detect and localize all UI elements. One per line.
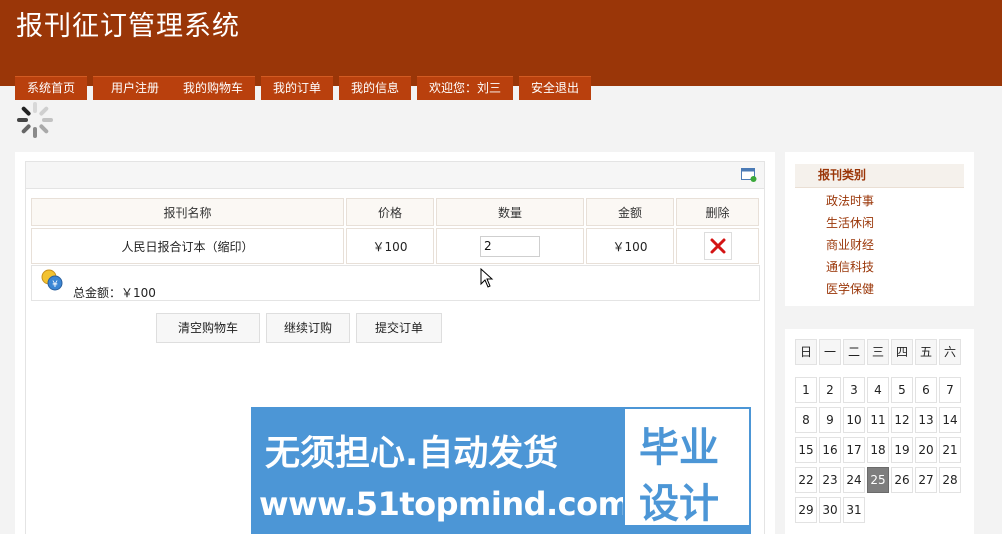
site-header: 报刊征订管理系统 系统首页 用户注册 我的购物车 我的订单 我的信息 欢迎您：刘… bbox=[0, 0, 1002, 100]
new-window-icon[interactable] bbox=[741, 168, 757, 182]
cart-item-name: 人民日报合订本（缩印） bbox=[31, 228, 344, 264]
nav-home[interactable]: 系统首页 bbox=[15, 76, 87, 100]
nav-cart[interactable]: 我的购物车 bbox=[171, 76, 255, 100]
banner-headline: 无须担心.自动发货 bbox=[265, 434, 559, 474]
calendar-day[interactable]: 15 bbox=[795, 437, 817, 463]
cart-item-delete-cell bbox=[676, 228, 759, 264]
calendar-day[interactable]: 3 bbox=[843, 377, 865, 403]
calendar-day[interactable]: 30 bbox=[819, 497, 841, 523]
calendar-day[interactable]: 6 bbox=[915, 377, 937, 403]
delete-x-icon bbox=[710, 238, 725, 254]
banner-badge-line1: 毕业 bbox=[639, 425, 719, 471]
banner-badge-line2: 设计 bbox=[639, 481, 719, 527]
category-title: 报刊类别 bbox=[795, 164, 964, 188]
banner-url: www.51topmind.com bbox=[259, 485, 631, 523]
col-header-quantity: 数量 bbox=[436, 198, 584, 226]
calendar-day[interactable]: 5 bbox=[891, 377, 913, 403]
calendar-day[interactable]: 23 bbox=[819, 467, 841, 493]
calendar-weekday: 三 bbox=[867, 339, 889, 365]
category-item-business[interactable]: 商业财经 bbox=[826, 236, 874, 253]
site-title: 报刊征订管理系统 bbox=[16, 11, 240, 42]
calendar-day[interactable]: 28 bbox=[939, 467, 961, 493]
quantity-input[interactable] bbox=[480, 235, 540, 257]
category-item-tech[interactable]: 通信科技 bbox=[826, 258, 874, 275]
calendar-day[interactable]: 29 bbox=[795, 497, 817, 523]
submit-order-button[interactable]: 提交订单 bbox=[356, 313, 442, 343]
calendar-day[interactable]: 12 bbox=[891, 407, 913, 433]
coins-icon: ¥ bbox=[41, 269, 63, 291]
nav-my-info[interactable]: 我的信息 bbox=[339, 76, 411, 100]
col-header-amount: 金额 bbox=[586, 198, 674, 226]
loading-spinner-icon bbox=[17, 102, 53, 138]
calendar-day[interactable]: 27 bbox=[915, 467, 937, 493]
cart-toolbar bbox=[26, 162, 764, 189]
calendar-day[interactable]: 31 bbox=[843, 497, 865, 523]
calendar-weekday: 四 bbox=[891, 339, 913, 365]
col-header-name: 报刊名称 bbox=[31, 198, 344, 226]
calendar-day[interactable]: 16 bbox=[819, 437, 841, 463]
calendar-day[interactable]: 21 bbox=[939, 437, 961, 463]
calendar-day[interactable]: 1 bbox=[795, 377, 817, 403]
delete-item-button[interactable] bbox=[703, 232, 732, 260]
cart-item-amount: ￥100 bbox=[586, 228, 674, 264]
mouse-cursor-icon bbox=[480, 268, 494, 288]
cart-total: 总金额：￥100 bbox=[73, 286, 156, 300]
calendar-day[interactable]: 9 bbox=[819, 407, 841, 433]
calendar-weekday: 二 bbox=[843, 339, 865, 365]
calendar-day[interactable]: 20 bbox=[915, 437, 937, 463]
cart-item-quantity-cell bbox=[436, 228, 584, 264]
calendar-day[interactable]: 18 bbox=[867, 437, 889, 463]
nav-logout[interactable]: 安全退出 bbox=[519, 76, 591, 100]
continue-ordering-button[interactable]: 继续订购 bbox=[266, 313, 350, 343]
calendar-day[interactable]: 11 bbox=[867, 407, 889, 433]
cart-total-box: ¥ 总金额：￥100 bbox=[31, 265, 760, 301]
calendar-weekday: 五 bbox=[915, 339, 937, 365]
col-header-delete: 删除 bbox=[676, 198, 759, 226]
category-item-lifestyle[interactable]: 生活休闲 bbox=[826, 214, 874, 231]
calendar-day[interactable]: 24 bbox=[843, 467, 865, 493]
svg-text:¥: ¥ bbox=[52, 280, 58, 290]
calendar-day-today[interactable]: 25 bbox=[867, 467, 889, 493]
calendar-day[interactable]: 7 bbox=[939, 377, 961, 403]
calendar-day[interactable]: 17 bbox=[843, 437, 865, 463]
calendar-day[interactable]: 10 bbox=[843, 407, 865, 433]
calendar-weekday: 日 bbox=[795, 339, 817, 365]
calendar-day[interactable]: 2 bbox=[819, 377, 841, 403]
calendar-panel: 日一二三四五六 1 2 3 4 5 6 7 8 9 10 11 12 13 14 15 16 17 18 19 20 21… bbox=[785, 329, 974, 534]
promo-banner: 无须担心.自动发货 www.51topmind.com 毕业 设计 bbox=[251, 407, 751, 534]
banner-badge: 毕业 设计 bbox=[623, 407, 751, 527]
calendar-day[interactable]: 22 bbox=[795, 467, 817, 493]
clear-cart-button[interactable]: 清空购物车 bbox=[156, 313, 260, 343]
cart-item-price: ￥100 bbox=[346, 228, 434, 264]
category-panel: 报刊类别 政法时事 生活休闲 商业财经 通信科技 医学保健 bbox=[785, 152, 974, 306]
calendar-day[interactable]: 19 bbox=[891, 437, 913, 463]
calendar-weekday: 六 bbox=[939, 339, 961, 365]
nav-orders[interactable]: 我的订单 bbox=[261, 76, 333, 100]
calendar-day[interactable]: 14 bbox=[939, 407, 961, 433]
nav-register[interactable]: 用户注册 bbox=[93, 76, 177, 100]
calendar-weekday: 一 bbox=[819, 339, 841, 365]
calendar-day[interactable]: 13 bbox=[915, 407, 937, 433]
col-header-price: 价格 bbox=[346, 198, 434, 226]
category-item-health[interactable]: 医学保健 bbox=[826, 280, 874, 297]
category-item-politics[interactable]: 政法时事 bbox=[826, 192, 874, 209]
nav-welcome-user[interactable]: 欢迎您：刘三 bbox=[417, 76, 513, 100]
calendar-day[interactable]: 8 bbox=[795, 407, 817, 433]
calendar-day[interactable]: 26 bbox=[891, 467, 913, 493]
calendar-day[interactable]: 4 bbox=[867, 377, 889, 403]
